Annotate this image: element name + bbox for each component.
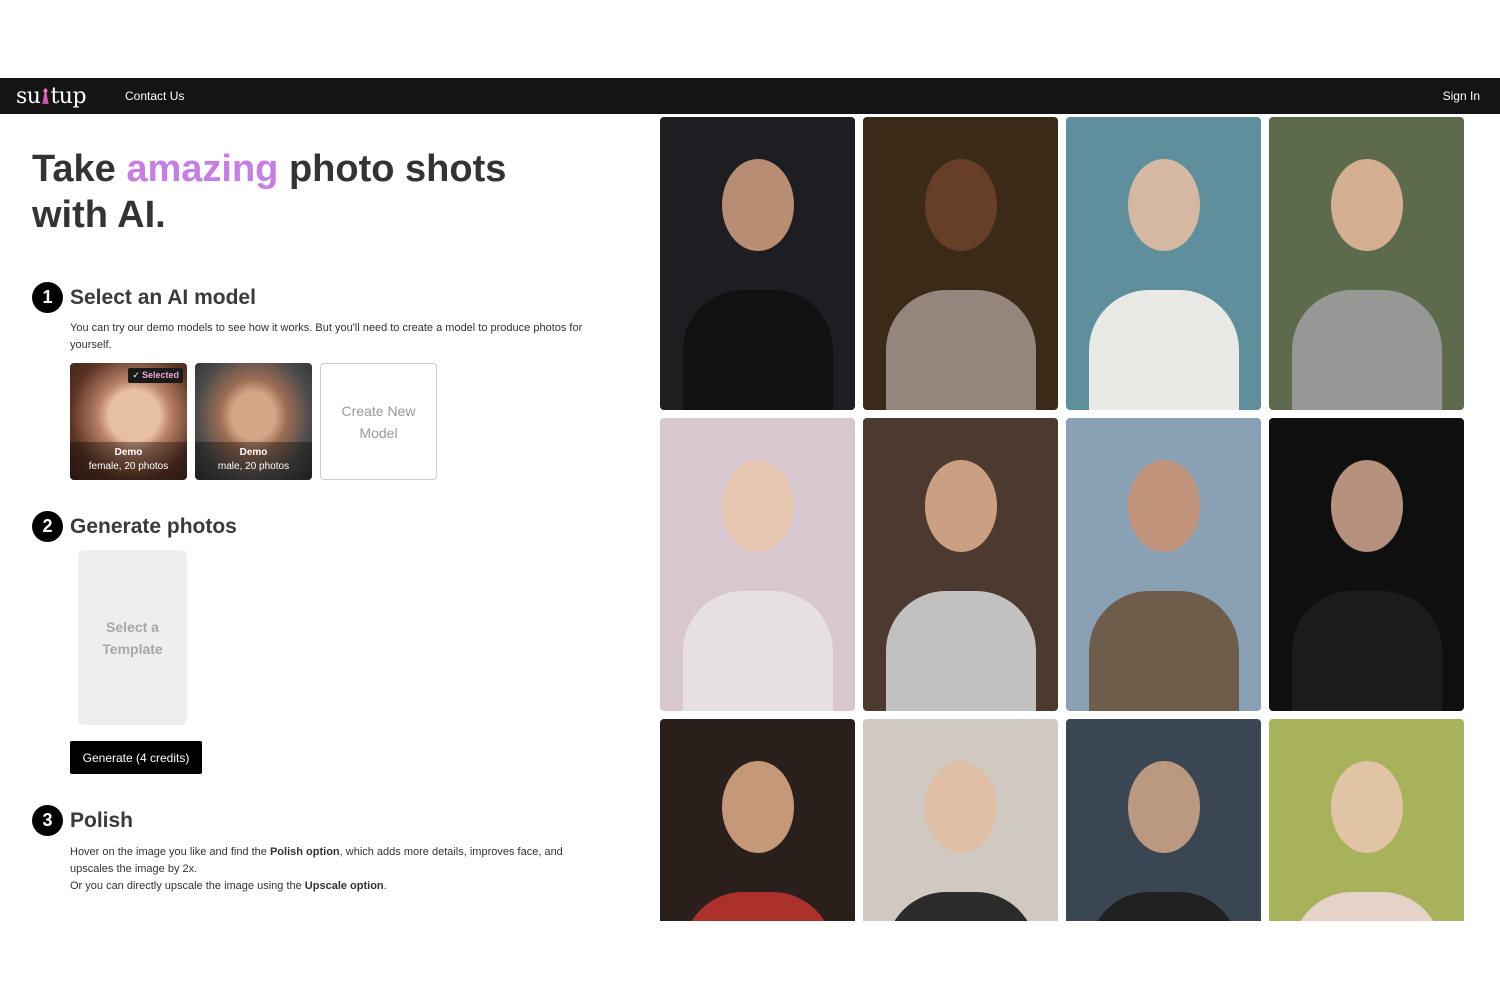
model-meta: female, 20 photos [88, 461, 169, 472]
selected-badge: ✓ Selected [128, 368, 183, 383]
logo-text-right: tup [50, 83, 87, 109]
gallery-photo[interactable] [1269, 418, 1464, 711]
model-caption: Demo male, 20 photos [195, 442, 312, 480]
portrait-body [1088, 591, 1239, 711]
sign-in-link[interactable]: Sign In [1443, 89, 1480, 103]
gallery-photo[interactable] [1066, 117, 1261, 410]
gallery-photo[interactable] [863, 719, 1058, 921]
portrait-face [1127, 760, 1200, 853]
step-number-badge: 1 [32, 282, 63, 313]
portrait-body [1088, 892, 1239, 921]
portrait-body [885, 591, 1036, 711]
portrait-face [1330, 158, 1403, 251]
model-name: Demo [239, 447, 268, 458]
gallery-photo[interactable] [660, 418, 855, 711]
tie-icon [42, 88, 49, 104]
gallery-photo[interactable] [1066, 418, 1261, 711]
portrait-face [924, 459, 997, 552]
portrait-face [721, 760, 794, 853]
gallery-photo[interactable] [863, 117, 1058, 410]
title-accent: amazing [126, 148, 279, 190]
upscale-text: . [383, 880, 387, 892]
model-list: ✓ Selected Demo female, 20 photos Demo ma… [70, 363, 437, 480]
step-number-badge: 3 [32, 805, 63, 836]
select-template-button[interactable]: Select a Template [78, 550, 187, 725]
polish-description: Hover on the image you like and find the… [70, 844, 590, 895]
portrait-body [1291, 892, 1442, 921]
portrait-body [682, 591, 833, 711]
gallery-photo[interactable] [1066, 719, 1261, 921]
polish-line-2: Or you can directly upscale the image us… [70, 878, 590, 895]
top-navbar: su tup Contact Us Sign In [0, 78, 1500, 114]
portrait-body [1088, 290, 1239, 410]
portrait-face [721, 459, 794, 552]
selected-badge-label: Selected [141, 370, 179, 380]
step-title: Select an AI model [70, 285, 256, 309]
portrait-body [682, 290, 833, 410]
gallery-photo[interactable] [660, 719, 855, 921]
gallery-photo[interactable] [863, 418, 1058, 711]
polish-option-text: Polish option [269, 846, 340, 858]
logo[interactable]: su tup [16, 82, 87, 110]
portrait-body [1291, 290, 1442, 410]
portrait-face [924, 760, 997, 853]
step-title: Polish [70, 808, 134, 832]
check-icon: ✓ [132, 370, 140, 380]
step-title: Generate photos [70, 514, 237, 538]
gallery-photo[interactable] [660, 117, 855, 410]
gallery-photo[interactable] [1269, 117, 1464, 410]
step-description: You can try our demo models to see how i… [70, 322, 583, 351]
portrait-face [721, 158, 794, 251]
step-polish-header: 3 Polish [32, 805, 133, 836]
model-caption: Demo female, 20 photos [70, 442, 187, 480]
generate-button[interactable]: Generate (4 credits) [70, 741, 202, 774]
step-generate-header: 2 Generate photos [32, 511, 237, 542]
step-select-model-header: 1 Select an AI model [32, 282, 256, 313]
polish-text: Hover on the image you like and find the [70, 846, 270, 858]
portrait-face [1127, 158, 1200, 251]
model-meta: male, 20 photos [217, 461, 290, 472]
gallery-photo[interactable] [1269, 719, 1464, 921]
polish-line-1: Hover on the image you like and find the… [70, 844, 590, 878]
contact-us-link[interactable]: Contact Us [125, 89, 184, 103]
portrait-body [885, 290, 1036, 410]
model-card-demo-male[interactable]: Demo male, 20 photos [195, 363, 312, 480]
step-number-badge: 2 [32, 511, 63, 542]
portrait-body [885, 892, 1036, 921]
portrait-face [924, 158, 997, 251]
create-new-model-button[interactable]: Create New Model [320, 363, 437, 480]
model-name: Demo [114, 447, 143, 458]
portrait-face [1330, 760, 1403, 853]
portrait-face [1330, 459, 1403, 552]
model-card-demo-female[interactable]: ✓ Selected Demo female, 20 photos [70, 363, 187, 480]
page-title: Take amazing photo shots with AI. [32, 146, 592, 238]
logo-text-left: su [16, 83, 41, 109]
upscale-option-text: Upscale option [304, 880, 384, 892]
example-photo-gallery [660, 117, 1466, 921]
portrait-face [1127, 459, 1200, 552]
upscale-text: Or you can directly upscale the image us… [70, 880, 305, 892]
portrait-body [1291, 591, 1442, 711]
left-panel: Take amazing photo shots with AI. 1 Sele… [32, 114, 632, 892]
portrait-body [682, 892, 833, 921]
title-text-start: Take [32, 148, 127, 190]
